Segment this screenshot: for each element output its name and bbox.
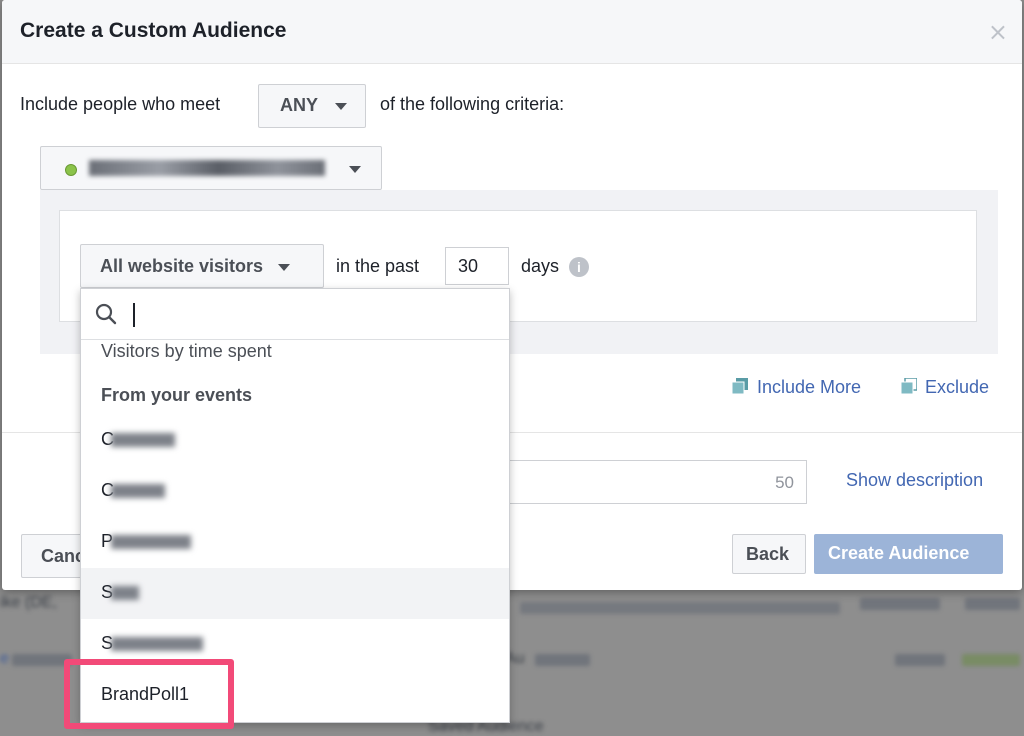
criteria-row: Include people who meet ANY of the follo… — [20, 84, 720, 128]
info-icon[interactable]: i — [569, 257, 589, 277]
background-row — [535, 654, 590, 666]
caret-down-icon — [334, 102, 347, 110]
back-button[interactable]: Back — [732, 534, 806, 574]
description-char-count: 50 — [775, 473, 794, 492]
visitor-type-dropdown[interactable]: All website visitors — [80, 244, 324, 288]
include-more-label: Include More — [757, 377, 862, 397]
dialog-title: Create a Custom Audience — [20, 19, 287, 42]
background-row — [962, 654, 1020, 666]
obscured-text — [111, 484, 165, 498]
background-row — [860, 598, 940, 610]
in-the-past-label: in the past — [336, 256, 420, 276]
background-text: ike (DE, — [0, 594, 57, 611]
menu-item-time-spent[interactable]: Visitors by time spent — [81, 339, 509, 379]
visitor-type-menu: Visitors by time spent From your events … — [80, 288, 510, 723]
caret-down-icon — [278, 263, 291, 271]
match-type-value: ANY — [280, 95, 318, 115]
caret-down-icon — [349, 166, 361, 173]
create-audience-label: Create Audience — [828, 543, 970, 563]
include-more-icon — [732, 378, 748, 394]
menu-item-event[interactable]: C — [81, 466, 509, 517]
pixel-source-dropdown[interactable] — [40, 146, 382, 190]
background-row — [12, 654, 72, 666]
dialog-header: Create a Custom Audience × — [2, 0, 1022, 64]
search-icon — [95, 303, 117, 325]
show-description-link[interactable]: Show description — [846, 470, 983, 491]
obscured-text — [111, 433, 175, 447]
obscured-text — [111, 637, 203, 651]
menu-item-event[interactable]: C — [81, 415, 509, 466]
menu-item-event[interactable]: P — [81, 517, 509, 568]
create-audience-button[interactable]: Create Audience — [814, 534, 1003, 574]
background-text: e — [0, 650, 9, 667]
background-row — [520, 602, 840, 614]
cancel-button[interactable]: Canc — [21, 534, 85, 578]
obscured-text — [111, 586, 139, 600]
annotation-highlight-box — [64, 659, 234, 729]
days-input[interactable]: 30 — [445, 247, 509, 285]
text-cursor — [133, 303, 135, 327]
obscured-text — [111, 535, 191, 549]
match-type-dropdown[interactable]: ANY — [258, 84, 366, 128]
criteria-suffix: of the following criteria: — [380, 94, 565, 114]
cancel-label: Canc — [41, 546, 86, 566]
description-field[interactable]: 50 — [472, 460, 807, 504]
menu-group-header-events: From your events — [81, 379, 509, 419]
exclude-label: Exclude — [925, 377, 990, 397]
menu-group-label: From your events — [101, 385, 253, 405]
visitor-type-value: All website visitors — [100, 256, 264, 276]
background-row — [895, 654, 945, 666]
menu-item-event[interactable]: S — [81, 568, 509, 619]
close-icon[interactable]: × — [988, 18, 1008, 46]
days-label: days — [521, 256, 560, 276]
menu-item-label: Visitors by time spent — [101, 341, 272, 361]
background-row — [965, 598, 1020, 610]
criteria-prefix: Include people who meet — [20, 94, 221, 114]
exclude-icon — [901, 378, 917, 394]
menu-search[interactable] — [81, 289, 509, 340]
back-label: Back — [746, 544, 790, 564]
pixel-status-icon — [65, 164, 77, 176]
pixel-name-obscured — [89, 160, 325, 176]
